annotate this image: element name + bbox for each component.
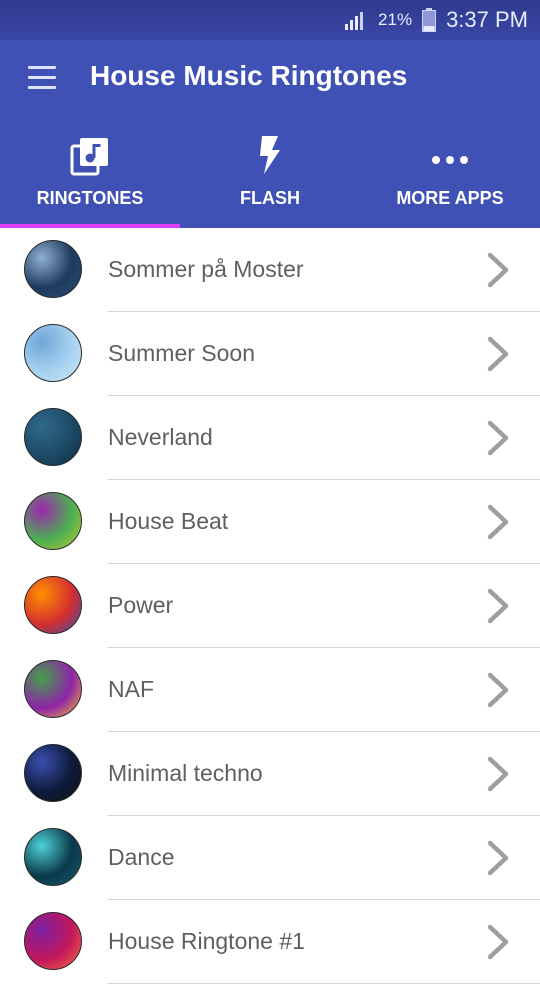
ringtone-row[interactable]: House Beat [0, 480, 540, 564]
tab-flash[interactable]: FLASH [180, 132, 360, 224]
app-title: House Music Ringtones [90, 60, 408, 91]
status-bar: 21% 3:37 PM [0, 0, 540, 40]
status-indicators: 21% 3:37 PM [344, 6, 528, 34]
battery-percent: 21% [378, 10, 413, 29]
tab-ringtones[interactable]: RINGTONES [0, 132, 180, 224]
chevron-right-icon[interactable] [484, 252, 514, 288]
ringtone-thumbnail [24, 324, 82, 382]
ringtone-row[interactable]: House Ringtone #1 [0, 900, 540, 984]
ringtone-title: Neverland [108, 424, 213, 450]
ringtone-title: House Beat [108, 508, 229, 534]
flash-icon [260, 136, 280, 174]
chevron-right-icon[interactable] [484, 504, 514, 540]
ringtone-title: Summer Soon [108, 340, 256, 366]
signal-icon [345, 12, 364, 30]
chevron-right-icon[interactable] [484, 924, 514, 960]
ringtone-thumbnail [24, 576, 82, 634]
ringtone-title: House Ringtone #1 [108, 928, 305, 954]
ringtone-list: Sommer på Moster Summer Soon Neverland Hous… [0, 228, 540, 984]
ringtone-thumbnail [24, 660, 82, 718]
ringtone-thumbnail [24, 492, 82, 550]
ringtone-title: Power [108, 592, 174, 618]
chevron-right-icon[interactable] [484, 588, 514, 624]
ringtone-row[interactable]: Summer Soon [0, 312, 540, 396]
ringtone-thumbnail [24, 912, 82, 970]
tab-ringtones-label: RINGTONES [36, 188, 144, 208]
ringtone-row[interactable]: NAF [0, 648, 540, 732]
music-library-icon [70, 138, 108, 176]
ringtone-row[interactable]: Neverland [0, 396, 540, 480]
chevron-right-icon[interactable] [484, 420, 514, 456]
ringtone-title: NAF [108, 676, 154, 702]
battery-icon [422, 8, 437, 32]
ringtone-row[interactable]: Dance [0, 816, 540, 900]
chevron-right-icon[interactable] [484, 336, 514, 372]
tab-more-apps[interactable]: MORE APPS [360, 132, 540, 224]
chevron-right-icon[interactable] [484, 840, 514, 876]
ringtone-row[interactable]: Minimal techno [0, 732, 540, 816]
tab-more-apps-label: MORE APPS [396, 188, 504, 208]
ringtone-thumbnail [24, 240, 82, 298]
status-time: 3:37 PM [446, 7, 528, 32]
more-dots-icon [432, 156, 468, 164]
ringtone-thumbnail [24, 408, 82, 466]
ringtone-title: Sommer på Moster [108, 256, 304, 282]
app-bar: House Music Ringtones RINGTONES FLASH MO… [0, 40, 540, 228]
ringtone-thumbnail [24, 828, 82, 886]
ringtone-thumbnail [24, 744, 82, 802]
tab-flash-label: FLASH [240, 188, 300, 208]
chevron-right-icon[interactable] [484, 672, 514, 708]
ringtone-title: Minimal techno [108, 760, 263, 786]
ringtone-row[interactable]: Sommer på Moster [0, 228, 540, 312]
ringtone-row[interactable]: Power [0, 564, 540, 648]
chevron-right-icon[interactable] [484, 756, 514, 792]
ringtone-title: Dance [108, 844, 175, 870]
hamburger-menu-icon[interactable] [28, 66, 56, 90]
